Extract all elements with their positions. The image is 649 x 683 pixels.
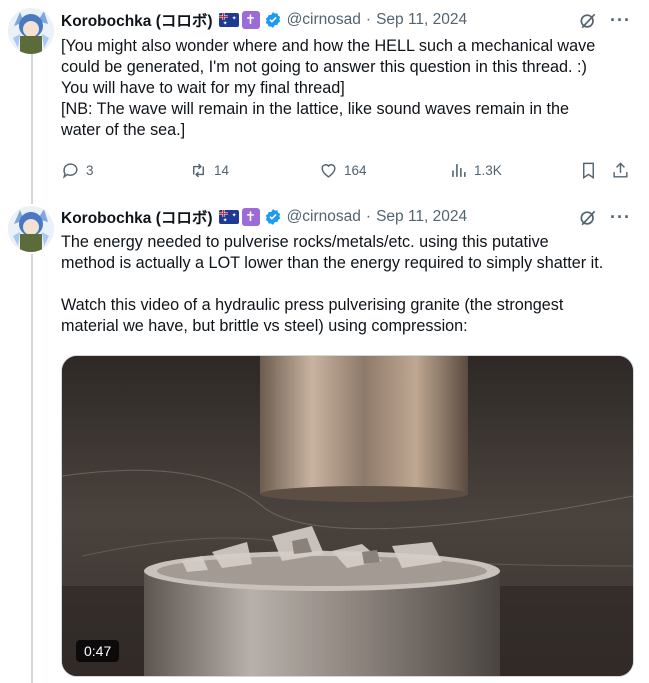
- tweet-header: Korobochka (コロボ) ✦ ✦ ✝ @cirnosad · Sep 11…: [61, 9, 467, 31]
- repost-button[interactable]: 14: [189, 161, 229, 180]
- author-name[interactable]: Korobochka (コロボ): [61, 206, 213, 228]
- tweet-text-line: material we have, but brittle vs steel) …: [61, 317, 468, 335]
- like-button[interactable]: 164: [319, 161, 367, 180]
- verified-badge-icon: [265, 12, 280, 28]
- australia-flag-icon: ✦ ✦: [218, 210, 239, 224]
- tweet-text: [You might also wonder where and how the…: [61, 36, 631, 141]
- tweet-date[interactable]: Sep 11, 2024: [376, 11, 467, 29]
- views-button[interactable]: 1.3K: [449, 161, 502, 180]
- author-handle[interactable]: @cirnosad: [287, 208, 361, 226]
- tweet-action-bar: 3 14 164 1.3K: [61, 159, 635, 181]
- bookmark-button[interactable]: [579, 161, 598, 180]
- views-count: 1.3K: [474, 162, 502, 178]
- like-icon: [321, 163, 336, 178]
- avatar[interactable]: [8, 206, 54, 252]
- separator-dot: ·: [365, 208, 372, 225]
- tweet-text-line: [NB: The wave will remain in the lattice…: [61, 100, 570, 118]
- tweet-text-line: method is actually a LOT lower than the …: [61, 254, 604, 272]
- tweet-text-line: water of the sea.]: [61, 121, 186, 139]
- tweet-text-line: Watch this video of a hydraulic press pu…: [61, 296, 564, 314]
- cross-icon: ✝: [241, 208, 260, 226]
- like-count: 164: [344, 162, 367, 178]
- tweet-text-line: [61, 274, 631, 295]
- author-name[interactable]: Korobochka (コロボ): [61, 9, 213, 31]
- tweet-text-line: could be generated, I'm not going to ans…: [61, 58, 587, 76]
- avatar[interactable]: [8, 8, 54, 54]
- tweet-header: Korobochka (コロボ) ✦ ✦ ✝ @cirnosad · Sep 11…: [61, 206, 467, 228]
- tweet[interactable]: Korobochka (コロボ) ✦ ✦ ✝ @cirnosad · Sep 11…: [0, 0, 649, 200]
- video-player[interactable]: 0:47: [61, 355, 634, 677]
- tweet-text-line: [You might also wonder where and how the…: [61, 37, 596, 55]
- tweet-top-actions: ···: [578, 207, 631, 228]
- more-icon[interactable]: ···: [610, 207, 631, 228]
- tweet-text-line: You will have to wait for my final threa…: [61, 79, 345, 97]
- views-icon: [452, 163, 466, 177]
- grok-icon[interactable]: [578, 208, 598, 228]
- more-icon[interactable]: ···: [610, 10, 631, 31]
- share-button[interactable]: [611, 161, 630, 180]
- tweet-text-line: The energy needed to pulverise rocks/met…: [61, 233, 549, 251]
- video-duration: 0:47: [76, 640, 120, 662]
- reply-button[interactable]: 3: [61, 161, 94, 180]
- author-handle[interactable]: @cirnosad: [287, 11, 361, 29]
- reply-count: 3: [86, 162, 94, 178]
- reply-icon: [62, 162, 78, 179]
- verified-badge-icon: [265, 209, 280, 225]
- cross-icon: ✝: [241, 11, 260, 29]
- repost-icon: [193, 163, 204, 177]
- repost-count: 14: [214, 162, 230, 178]
- tweet-text: The energy needed to pulverise rocks/met…: [61, 232, 631, 337]
- australia-flag-icon: ✦ ✦: [218, 13, 239, 27]
- tweet-date[interactable]: Sep 11, 2024: [376, 208, 467, 226]
- grok-icon[interactable]: [578, 11, 598, 31]
- share-icon: [613, 161, 628, 178]
- tweet-top-actions: ···: [578, 10, 631, 31]
- bookmark-icon: [583, 162, 594, 179]
- video-thumbnail: [62, 356, 633, 676]
- separator-dot: ·: [365, 11, 372, 28]
